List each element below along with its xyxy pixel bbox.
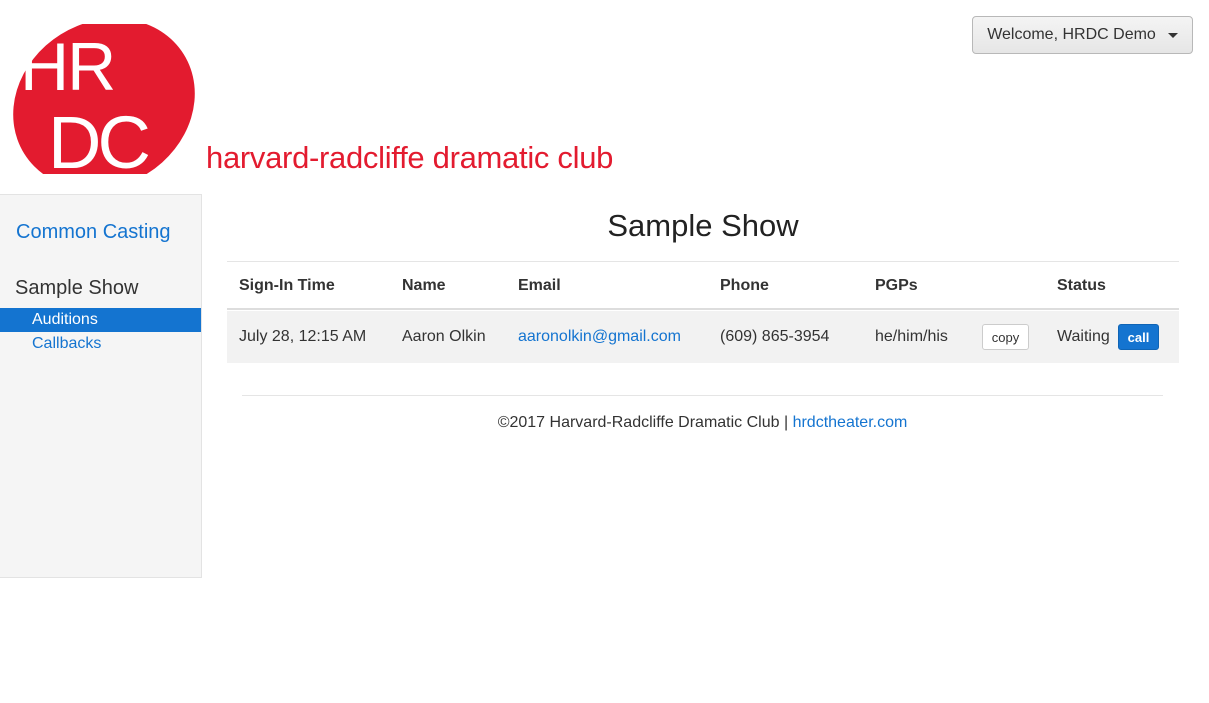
cell-phone: (609) 865-3954	[720, 328, 830, 345]
column-header-pgps: PGPs	[875, 277, 918, 294]
column-header-status: Status	[1057, 277, 1106, 294]
sidebar-link-common-casting[interactable]: Common Casting	[16, 221, 171, 244]
cell-pgps: he/him/his	[875, 328, 948, 345]
caret-down-icon	[1167, 32, 1178, 38]
footer: ©2017 Harvard-Radcliffe Dramatic Club | …	[242, 414, 1163, 432]
footer-copyright: ©2017 Harvard-Radcliffe Dramatic Club	[497, 414, 780, 431]
copy-pgps-button[interactable]: copy	[982, 324, 1029, 350]
call-button[interactable]: call	[1118, 324, 1159, 350]
column-header-phone: Phone	[720, 277, 769, 294]
footer-divider	[242, 395, 1163, 396]
footer-site-link[interactable]: hrdctheater.com	[793, 414, 908, 431]
cell-status: Waiting	[1057, 328, 1110, 345]
svg-text:DC: DC	[48, 101, 148, 174]
svg-text:HR: HR	[20, 29, 114, 105]
brand-name: harvard-radcliffe dramatic club	[206, 140, 614, 175]
cell-sign-in-time: July 28, 12:15 AM	[239, 328, 367, 345]
hrdc-logo: HR DC	[12, 18, 204, 190]
column-header-name: Name	[402, 277, 446, 294]
cell-name: Aaron Olkin	[402, 328, 486, 345]
sidebar-show-heading: Sample Show	[15, 277, 139, 299]
sidebar-item-auditions[interactable]: Auditions	[0, 308, 201, 332]
column-header-email: Email	[518, 277, 561, 294]
table-header: Sign-In Time Name Email Phone PGPs Statu…	[227, 262, 1179, 310]
column-header-sign-in-time: Sign-In Time	[239, 277, 335, 294]
footer-separator: |	[783, 414, 789, 431]
cell-email-link[interactable]: aaronolkin@gmail.com	[518, 328, 681, 346]
page-title: Sample Show	[607, 208, 799, 243]
table-row: July 28, 12:15 AM Aaron Olkin aaronolkin…	[227, 311, 1179, 363]
logo-graphic: HR DC	[13, 18, 195, 190]
sidebar-item-callbacks[interactable]: Callbacks	[0, 332, 201, 356]
sidebar: Common Casting Sample Show Auditions Cal…	[0, 194, 202, 578]
user-menu-label: Welcome, HRDC Demo	[987, 26, 1156, 43]
user-menu-button[interactable]: Welcome, HRDC Demo	[972, 16, 1193, 54]
